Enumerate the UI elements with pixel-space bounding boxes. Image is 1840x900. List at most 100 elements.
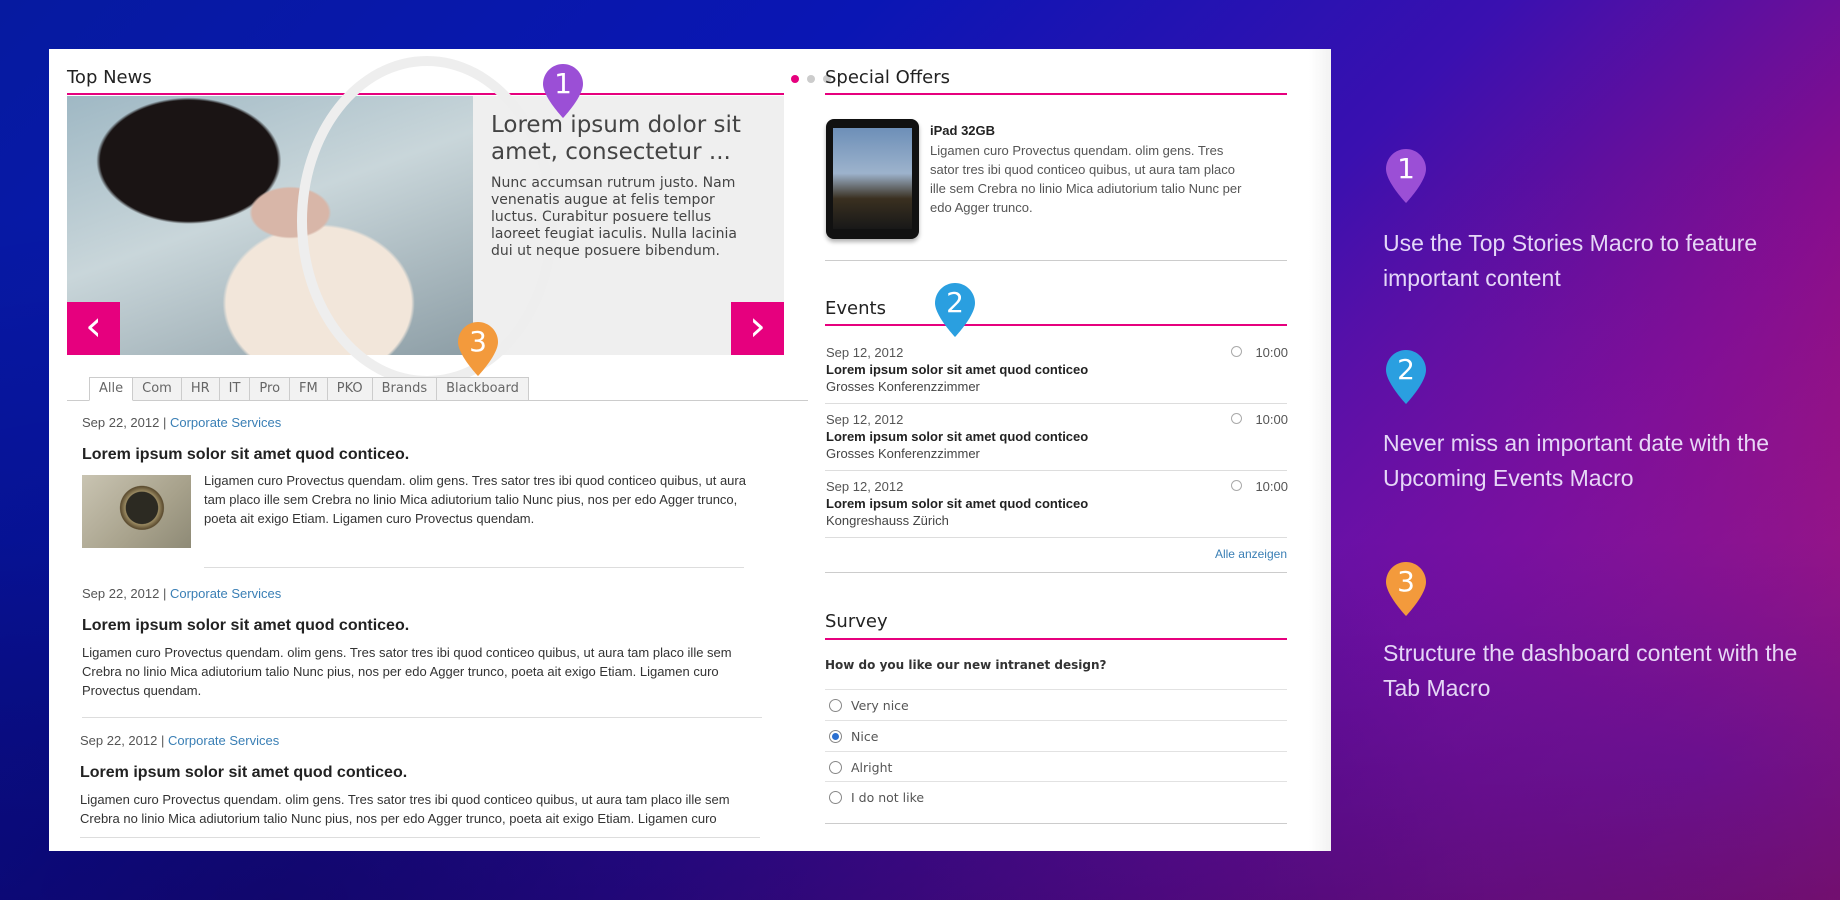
- events-heading: Events: [825, 298, 886, 319]
- survey-option-i-do-not-like[interactable]: I do not like: [825, 781, 1287, 811]
- tab-com[interactable]: Com: [133, 377, 182, 401]
- tab-fm[interactable]: FM: [290, 377, 328, 401]
- survey-option-label: Nice: [851, 729, 879, 744]
- event-date: Sep 12, 2012: [826, 479, 904, 494]
- event-title[interactable]: Lorem ipsum solor sit amet quod conticeo: [826, 496, 1088, 511]
- special-offers-divider: [825, 93, 1287, 95]
- callout-pin-1-icon: 1: [1384, 147, 1428, 205]
- special-offers-heading: Special Offers: [825, 67, 950, 88]
- article-separator: [80, 837, 760, 838]
- radio-button[interactable]: [829, 761, 842, 774]
- radio-button-selected[interactable]: [829, 730, 842, 743]
- article-category-link[interactable]: Corporate Services: [170, 415, 281, 430]
- radio-button[interactable]: [829, 791, 842, 804]
- callout-pin-3-icon: 3: [456, 320, 500, 378]
- event-date: Sep 12, 2012: [826, 345, 904, 360]
- slide-image[interactable]: [67, 56, 557, 386]
- radio-button[interactable]: [829, 699, 842, 712]
- slide-title[interactable]: Lorem ipsum dolor sit amet, consectetur …: [491, 112, 761, 166]
- top-news-slider: Lorem ipsum dolor sit amet, consectetur …: [67, 56, 784, 386]
- prev-slide-button[interactable]: ‹: [67, 302, 120, 355]
- callout-pin-1-icon: 1: [541, 62, 585, 120]
- survey-bottom-separator: [825, 823, 1287, 824]
- pin-number: 1: [1397, 152, 1415, 185]
- tab-blackboard[interactable]: Blackboard: [437, 377, 529, 401]
- pin-number: 2: [1397, 353, 1415, 386]
- article-meta: Sep 22, 2012 | Corporate Services: [80, 733, 279, 748]
- event-separator: [825, 537, 1287, 538]
- tab-it[interactable]: IT: [219, 377, 251, 401]
- events-divider: [825, 324, 1287, 326]
- pin-number: 2: [946, 286, 964, 319]
- event-item[interactable]: Sep 12, 2012 10:00 Lorem ipsum solor sit…: [826, 479, 1288, 535]
- event-item[interactable]: Sep 12, 2012 10:00 Lorem ipsum solor sit…: [826, 345, 1288, 401]
- article-body: Ligamen curo Provectus quendam. olim gen…: [80, 792, 730, 826]
- ipad-image[interactable]: [826, 119, 919, 239]
- tab-hr[interactable]: HR: [181, 377, 220, 401]
- next-slide-button[interactable]: ›: [731, 302, 784, 355]
- survey-option-label: Very nice: [851, 698, 909, 713]
- article-body: Ligamen curo Provectus quendam. olim gen…: [204, 473, 746, 526]
- events-bottom-separator: [825, 572, 1287, 573]
- survey-question: How do you like our new intranet design?: [825, 658, 1107, 672]
- pin-number: 3: [1397, 565, 1415, 598]
- survey-option-label: Alright: [851, 760, 893, 775]
- event-separator: [825, 403, 1287, 404]
- tab-pro[interactable]: Pro: [250, 377, 291, 401]
- article-title[interactable]: Lorem ipsum solor sit amet quod conticeo…: [82, 617, 409, 635]
- callout-text-2: Never miss an important date with the Up…: [1383, 430, 1770, 491]
- tab-pko[interactable]: PKO: [327, 377, 373, 401]
- article-title[interactable]: Lorem ipsum solor sit amet quod conticeo…: [82, 446, 409, 464]
- event-title[interactable]: Lorem ipsum solor sit amet quod conticeo: [826, 362, 1088, 377]
- callout-pin-2-icon: 2: [1384, 348, 1428, 406]
- event-time: 10:00: [1255, 412, 1288, 427]
- article-date: Sep 22, 2012 |: [82, 586, 170, 601]
- callout-text-3: Structure the dashboard content with the…: [1383, 640, 1798, 701]
- pin-number: 1: [554, 67, 572, 100]
- slider-dot-1[interactable]: [791, 75, 799, 83]
- offer-title[interactable]: iPad 32GB: [930, 123, 995, 138]
- show-all-events-link[interactable]: Alle anzeigen: [1049, 547, 1287, 561]
- top-news-heading: Top News: [67, 67, 152, 88]
- event-time: 10:00: [1255, 479, 1288, 494]
- article-date: Sep 22, 2012 |: [82, 415, 170, 430]
- clock-icon: [1231, 413, 1242, 424]
- article-date: Sep 22, 2012 |: [80, 733, 168, 748]
- event-location: Kongreshauss Zürich: [826, 513, 949, 528]
- callout-pin-3-icon: 3: [1384, 560, 1428, 618]
- article-separator: [82, 717, 762, 718]
- survey-option-nice[interactable]: Nice: [825, 720, 1287, 750]
- survey-heading: Survey: [825, 611, 888, 632]
- article-separator: [204, 567, 744, 568]
- tab-bar: Alle Com HR IT Pro FM PKO Brands Blackbo…: [89, 377, 529, 401]
- offer-text: Ligamen curo Provectus quendam. olim gen…: [930, 143, 1242, 215]
- panel-edge-shadow: [1309, 49, 1331, 851]
- article-title[interactable]: Lorem ipsum solor sit amet quod conticeo…: [80, 764, 407, 782]
- survey-divider: [825, 638, 1287, 640]
- tab-alle[interactable]: Alle: [89, 377, 134, 401]
- event-location: Grosses Konferenzzimmer: [826, 379, 980, 394]
- event-title[interactable]: Lorem ipsum solor sit amet quod conticeo: [826, 429, 1088, 444]
- offers-separator: [825, 260, 1287, 261]
- article-category-link[interactable]: Corporate Services: [168, 733, 279, 748]
- article-thumbnail[interactable]: [82, 475, 191, 548]
- clock-icon: [1231, 480, 1242, 491]
- article-meta: Sep 22, 2012 | Corporate Services: [82, 586, 281, 601]
- callout-pin-2-icon: 2: [933, 281, 977, 339]
- article-meta: Sep 22, 2012 | Corporate Services: [82, 415, 281, 430]
- article-category-link[interactable]: Corporate Services: [170, 586, 281, 601]
- callout-text-1: Use the Top Stories Macro to feature imp…: [1383, 230, 1758, 291]
- survey-option-label: I do not like: [851, 790, 925, 805]
- pin-number: 3: [469, 325, 487, 358]
- tab-brands[interactable]: Brands: [372, 377, 438, 401]
- event-location: Grosses Konferenzzimmer: [826, 446, 980, 461]
- slide-body: Nunc accumsan rutrum justo. Nam venenati…: [491, 175, 737, 259]
- event-date: Sep 12, 2012: [826, 412, 904, 427]
- event-item[interactable]: Sep 12, 2012 10:00 Lorem ipsum solor sit…: [826, 412, 1288, 468]
- slider-dot-2[interactable]: [807, 75, 815, 83]
- clock-icon: [1231, 346, 1242, 357]
- survey-option-very-nice[interactable]: Very nice: [825, 689, 1287, 719]
- survey-option-alright[interactable]: Alright: [825, 751, 1287, 781]
- event-time: 10:00: [1255, 345, 1288, 360]
- article-body: Ligamen curo Provectus quendam. olim gen…: [82, 645, 732, 698]
